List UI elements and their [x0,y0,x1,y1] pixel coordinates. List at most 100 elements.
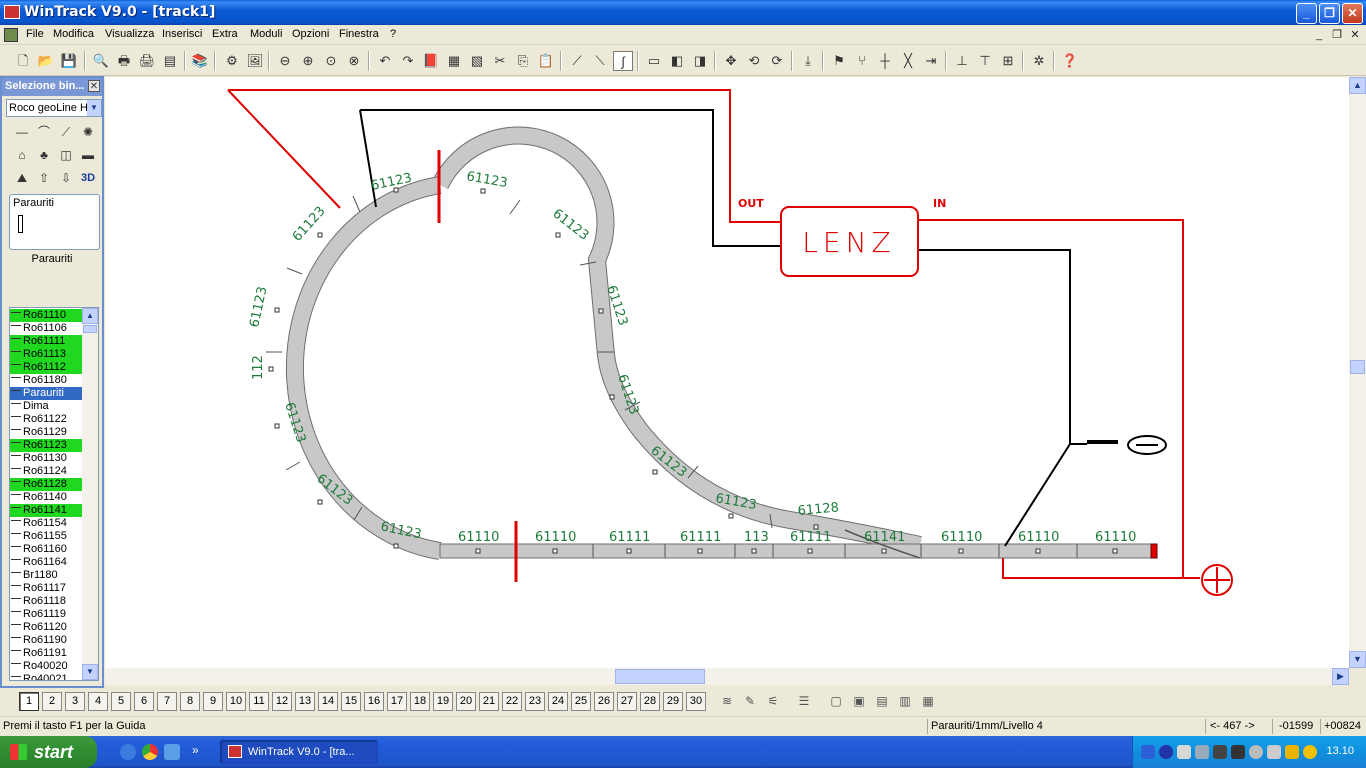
track-list-item[interactable]: Ro61155 [10,530,83,543]
curve-track-icon[interactable]: ⌒ [35,123,53,141]
track-list-item[interactable]: Ro61110 [10,309,83,322]
layer-button-28[interactable]: 28 [640,692,660,711]
vertical-scroll-thumb[interactable] [1350,360,1365,374]
track-loop-left-outline[interactable] [286,176,442,560]
layer-button-16[interactable]: 16 [364,692,384,711]
red-wire-track[interactable] [227,89,341,209]
layer-edit-icon[interactable]: ✎ [740,692,760,711]
mdi-restore-button[interactable]: ❐ [1329,27,1345,43]
scroll-down-icon[interactable]: ▼ [1349,651,1366,668]
rotate-icon[interactable]: ⟲ [744,51,764,71]
layer-hide-icon[interactable]: ⚟ [763,692,783,711]
layer-button-26[interactable]: 26 [594,692,614,711]
layer-button-18[interactable]: 18 [410,692,430,711]
help-icon[interactable]: ❓ [1060,51,1080,71]
menu-modifica[interactable]: Modifica [53,28,94,40]
track-list-item[interactable]: Ro61164 [10,556,83,569]
layer-button-27[interactable]: 27 [617,692,637,711]
print-preview-icon[interactable]: 🔍 [91,51,111,71]
layer-button-11[interactable]: 11 [249,692,269,711]
scroll-up-icon[interactable]: ▲ [1349,77,1366,94]
layer-button-2[interactable]: 2 [42,692,62,711]
building-icon[interactable]: ⌂ [13,146,31,164]
minimize-button[interactable]: _ [1296,3,1317,24]
track-curve-right[interactable] [432,127,922,553]
monitor-icon[interactable] [1213,745,1227,759]
maximize-button[interactable]: ❐ [1319,3,1340,24]
track-list-item[interactable]: Ro61117 [10,582,83,595]
track-list-item[interactable]: Parauriti [10,387,83,400]
display-icon[interactable] [1231,745,1245,759]
layer-button-30[interactable]: 30 [686,692,706,711]
turnout-icon[interactable]: ⟋ [57,123,75,141]
track-list-item[interactable]: Ro61120 [10,621,83,634]
volume-icon[interactable] [1267,745,1281,759]
track-list-item[interactable]: Ro61180 [10,374,83,387]
menu-visualizza[interactable]: Visualizza [105,28,154,40]
track-list-scrollbar[interactable]: ▲ ▼ [82,308,98,680]
layer-button-4[interactable]: 4 [88,692,108,711]
image-icon[interactable]: 🖼 [245,51,265,71]
zoom-window-icon[interactable]: ⊙ [321,51,341,71]
layer-red2-icon[interactable]: ◨ [690,51,710,71]
drive-icon[interactable] [1177,745,1191,759]
track-list[interactable]: Ro61110 Ro61106 Ro61111 Ro61113 Ro61112 Ro611… [9,307,99,681]
quicklaunch-more-icon[interactable]: » [192,743,199,757]
tools-icon[interactable]: ⚙ [222,51,242,71]
canvas-horizontal-scrollbar[interactable]: ▶ [105,668,1349,685]
track-icon[interactable]: ⟋ [567,51,587,71]
settings-icon[interactable]: ✲ [1029,51,1049,71]
start-button[interactable]: start [0,736,97,768]
print-icon[interactable]: 🖶 [114,51,134,71]
layer-button-7[interactable]: 7 [157,692,177,711]
3d-view-icon[interactable]: 3D [77,169,99,187]
zoom-out-icon[interactable]: ⊖ [275,51,295,71]
layer-button-25[interactable]: 25 [571,692,591,711]
layer-button-24[interactable]: 24 [548,692,568,711]
network-icon[interactable] [1141,745,1155,759]
printer-setup-icon[interactable]: 🖨 [137,51,157,71]
track-list-item[interactable]: Dima [10,400,83,413]
panel-close-button[interactable]: ✕ [88,80,100,92]
layer-red-icon[interactable]: ◧ [667,51,687,71]
track-list-item[interactable]: Ro40021 [10,673,83,680]
layer-button-29[interactable]: 29 [663,692,683,711]
layer-button-13[interactable]: 13 [295,692,315,711]
bluetooth-icon[interactable] [1159,745,1173,759]
security-icon[interactable] [1285,745,1299,759]
import-icon[interactable]: ⤓ [798,51,818,71]
scroll-right-icon[interactable]: ▶ [1332,668,1349,685]
new-file-icon[interactable]: 🗋 [13,51,33,71]
signal-icon[interactable]: ⚑ [829,51,849,71]
horizontal-scroll-thumb[interactable] [615,669,705,684]
mdi-close-button[interactable]: ✕ [1347,27,1363,43]
menu-finestra[interactable]: Finestra [339,28,379,40]
track-list-item[interactable]: Ro61190 [10,634,83,647]
lower-icon[interactable]: ⇩ [57,169,75,187]
curve-icon[interactable]: ⟍ [590,51,610,71]
layer-button-15[interactable]: 15 [341,692,361,711]
landscape-icon[interactable]: ⛰ [13,169,31,187]
track-list-item[interactable]: Ro61124 [10,465,83,478]
track-list-item[interactable]: Ro61113 [10,348,83,361]
track-list-item[interactable]: Ro61123 [10,439,83,452]
track-list-item[interactable]: Ro61160 [10,543,83,556]
track-list-item[interactable]: Ro61106 [10,322,83,335]
track-list-item[interactable]: Br1180 [10,569,83,582]
turntable-icon[interactable]: ✺ [79,123,97,141]
layer-button-3[interactable]: 3 [65,692,85,711]
copy-icon[interactable]: ⎘ [513,51,533,71]
menu-file[interactable]: File [26,28,44,40]
view-3-icon[interactable]: ▤ [872,692,892,711]
cross-icon[interactable]: ╳ [898,51,918,71]
scroll-thumb[interactable] [83,325,97,333]
track-list-item[interactable]: Ro61154 [10,517,83,530]
layer-button-17[interactable]: 17 [387,692,407,711]
canvas-vertical-scrollbar[interactable]: ▲ ▼ [1349,77,1366,668]
rotate-180-icon[interactable]: ⟳ [767,51,787,71]
layer-button-20[interactable]: 20 [456,692,476,711]
layer-button-10[interactable]: 10 [226,692,246,711]
open-folder-icon[interactable]: 📂 [36,51,56,71]
track-list-item[interactable]: Ro61112 [10,361,83,374]
notepad-icon[interactable]: 📕 [421,51,441,71]
